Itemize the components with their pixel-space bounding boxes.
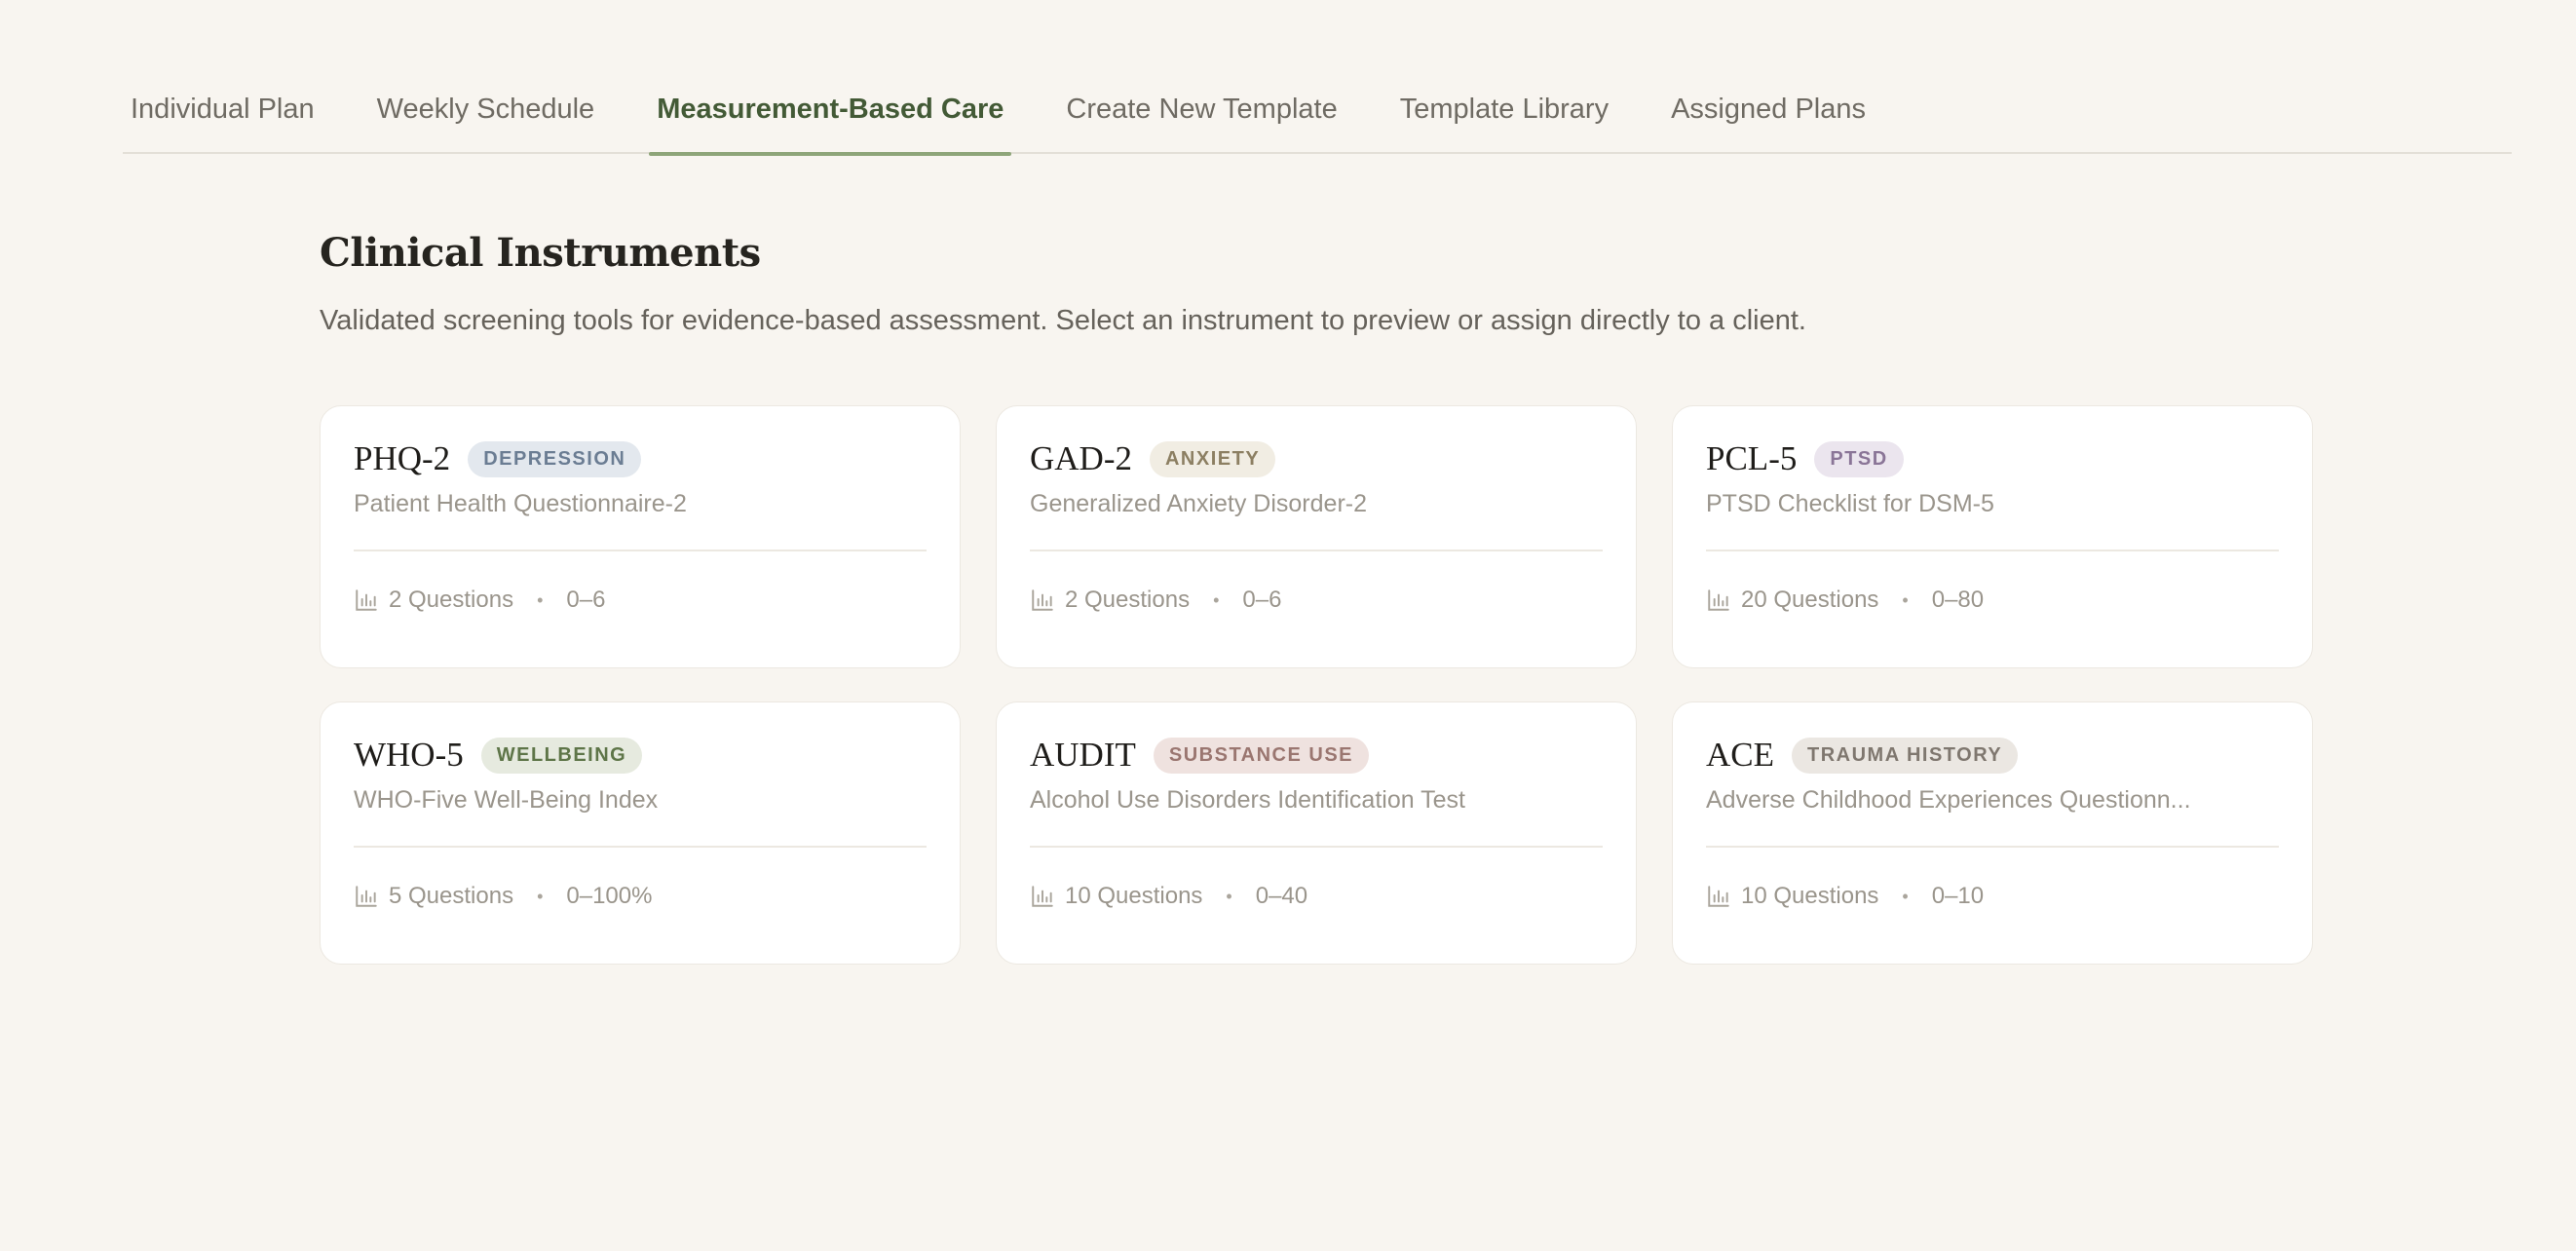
category-badge: TRAUMA HISTORY xyxy=(1792,737,2019,774)
bar-chart-icon xyxy=(1032,886,1053,907)
instrument-meta: 2 Questions • 0–6 xyxy=(1030,587,1603,614)
instrument-meta: 20 Questions • 0–80 xyxy=(1706,587,2279,614)
instrument-abbr: ACE xyxy=(1706,736,1774,774)
instrument-meta: 10 Questions • 0–10 xyxy=(1706,883,2279,910)
instrument-grid: PHQ-2 DEPRESSION Patient Health Question… xyxy=(320,405,2313,965)
score-range: 0–6 xyxy=(566,587,606,613)
category-badge: PTSD xyxy=(1814,440,1904,477)
card-header: PCL-5 PTSD xyxy=(1706,439,2279,478)
section-header: Clinical Instruments Validated screening… xyxy=(320,230,1806,337)
card-header: GAD-2 ANXIETY xyxy=(1030,439,1603,478)
instrument-abbr: GAD-2 xyxy=(1030,439,1132,477)
page-title: Clinical Instruments xyxy=(320,230,761,276)
card-divider xyxy=(1706,550,2279,551)
question-count: 10 Questions xyxy=(1065,883,1203,909)
card-divider xyxy=(354,550,927,551)
card-header: AUDIT SUBSTANCE USE xyxy=(1030,736,1603,775)
score-range: 0–6 xyxy=(1242,587,1282,613)
tab-individual-plan[interactable]: Individual Plan xyxy=(123,76,322,154)
instrument-card-gad-2[interactable]: GAD-2 ANXIETY Generalized Anxiety Disord… xyxy=(996,405,1637,668)
instrument-card-ace[interactable]: ACE TRAUMA HISTORY Adverse Childhood Exp… xyxy=(1672,701,2313,965)
category-badge: SUBSTANCE USE xyxy=(1153,737,1370,774)
meta-separator: • xyxy=(1902,589,1909,610)
instrument-abbr: PCL-5 xyxy=(1706,439,1798,477)
instrument-card-audit[interactable]: AUDIT SUBSTANCE USE Alcohol Use Disorder… xyxy=(996,701,1637,965)
question-count: 10 Questions xyxy=(1741,883,1879,909)
instrument-abbr: PHQ-2 xyxy=(354,439,451,477)
card-header: ACE TRAUMA HISTORY xyxy=(1706,736,2279,775)
instrument-meta: 10 Questions • 0–40 xyxy=(1030,883,1603,910)
question-count: 2 Questions xyxy=(1065,587,1191,613)
score-range: 0–80 xyxy=(1931,587,1985,613)
meta-separator: • xyxy=(1226,886,1232,906)
meta-separator: • xyxy=(537,886,544,906)
instrument-card-pcl-5[interactable]: PCL-5 PTSD PTSD Checklist for DSM-5 20 Q… xyxy=(1672,405,2313,668)
instrument-abbr: WHO-5 xyxy=(354,736,464,774)
instrument-full-name: Adverse Childhood Experiences Questionn.… xyxy=(1706,786,2191,814)
score-range: 0–40 xyxy=(1255,883,1308,909)
category-badge: ANXIETY xyxy=(1149,440,1276,477)
instrument-meta: 5 Questions • 0–100% xyxy=(354,883,927,910)
question-count: 20 Questions xyxy=(1741,587,1879,613)
instrument-abbr: AUDIT xyxy=(1030,736,1136,774)
card-divider xyxy=(354,846,927,848)
meta-separator: • xyxy=(1213,589,1220,610)
instrument-meta: 2 Questions • 0–6 xyxy=(354,587,927,614)
tab-create-new-template[interactable]: Create New Template xyxy=(1058,76,1345,154)
instrument-full-name: Patient Health Questionnaire-2 xyxy=(354,490,687,517)
bar-chart-icon xyxy=(356,886,377,907)
card-divider xyxy=(1030,550,1603,551)
tab-template-library[interactable]: Template Library xyxy=(1392,76,1616,154)
instrument-full-name: PTSD Checklist for DSM-5 xyxy=(1706,490,1994,517)
card-header: PHQ-2 DEPRESSION xyxy=(354,439,927,478)
instrument-full-name: Generalized Anxiety Disorder-2 xyxy=(1030,490,1367,517)
tab-measurement-based-care[interactable]: Measurement-Based Care xyxy=(649,76,1012,156)
instrument-card-who-5[interactable]: WHO-5 WELLBEING WHO-Five Well-Being Inde… xyxy=(320,701,961,965)
bar-chart-icon xyxy=(1708,886,1729,907)
page-subtitle: Validated screening tools for evidence-b… xyxy=(320,305,1806,336)
question-count: 5 Questions xyxy=(389,883,514,909)
meta-separator: • xyxy=(537,589,544,610)
meta-separator: • xyxy=(1902,886,1909,906)
tab-bar: Individual Plan Weekly Schedule Measurem… xyxy=(123,76,2512,156)
card-divider xyxy=(1706,846,2279,848)
question-count: 2 Questions xyxy=(389,587,514,613)
category-badge: DEPRESSION xyxy=(468,440,642,477)
bar-chart-icon xyxy=(1708,589,1729,611)
instrument-full-name: WHO-Five Well-Being Index xyxy=(354,786,659,814)
instrument-card-phq-2[interactable]: PHQ-2 DEPRESSION Patient Health Question… xyxy=(320,405,961,668)
score-range: 0–100% xyxy=(566,883,653,909)
tab-assigned-plans[interactable]: Assigned Plans xyxy=(1663,76,1874,154)
bar-chart-icon xyxy=(1032,589,1053,611)
card-divider xyxy=(1030,846,1603,848)
bar-chart-icon xyxy=(356,589,377,611)
card-header: WHO-5 WELLBEING xyxy=(354,736,927,775)
category-badge: WELLBEING xyxy=(480,737,643,774)
instrument-full-name: Alcohol Use Disorders Identification Tes… xyxy=(1030,786,1465,814)
tab-weekly-schedule[interactable]: Weekly Schedule xyxy=(369,76,603,154)
score-range: 0–10 xyxy=(1931,883,1985,909)
